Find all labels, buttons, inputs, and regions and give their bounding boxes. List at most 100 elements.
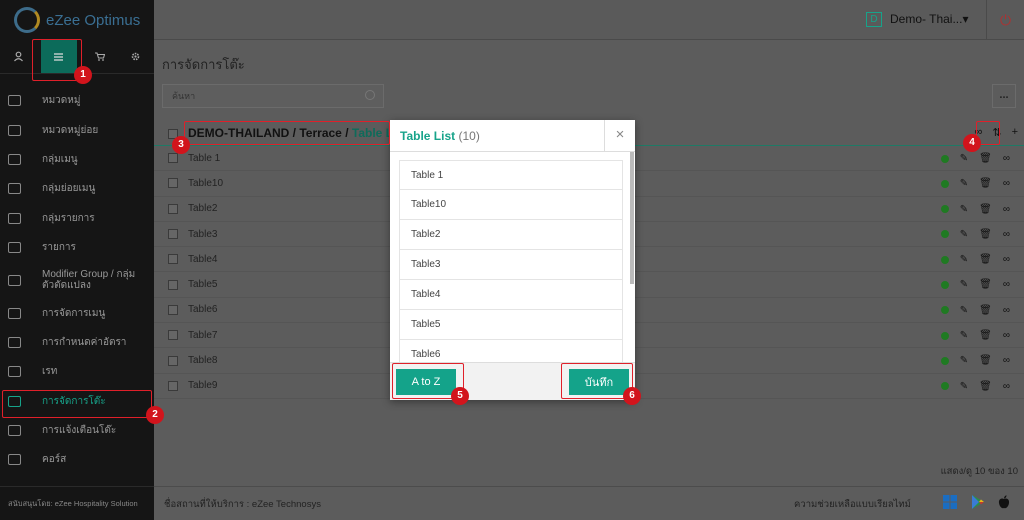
sidebar-item-label: การแจ้งเตือนโต๊ะ — [42, 425, 117, 437]
realtime-help-link[interactable]: ความช่วยเหลือแบบเรียลไทม์ — [794, 497, 911, 512]
sidebar-item-menu-subgroup[interactable]: กลุ่มย่อยเมนู — [0, 174, 154, 203]
sidebar-item-label: คอร์ส — [42, 454, 67, 466]
row-checkbox[interactable] — [168, 380, 178, 391]
edit-icon[interactable]: ✎ — [960, 229, 968, 240]
link-icon[interactable]: ∞ — [1003, 254, 1010, 265]
edit-icon[interactable]: ✎ — [960, 153, 968, 164]
trash-icon[interactable]: 🗑 — [979, 178, 992, 189]
sidebar-item-rate-config[interactable]: การกำหนดค่าอัตรา — [0, 328, 154, 357]
status-dot — [940, 230, 949, 239]
highlight-table-management — [2, 390, 152, 418]
trash-icon[interactable]: 🗑 — [979, 204, 992, 215]
row-checkbox[interactable] — [168, 178, 178, 189]
modal-scrollbar[interactable] — [630, 152, 634, 284]
status-dot — [940, 179, 949, 188]
highlight-breadcrumb — [184, 121, 390, 145]
trash-icon[interactable]: 🗑 — [979, 229, 992, 240]
row-checkbox[interactable] — [168, 330, 178, 341]
trash-icon[interactable]: 🗑 — [979, 254, 992, 265]
edit-icon[interactable]: ✎ — [960, 330, 968, 341]
search-placeholder: ค้นหา — [172, 91, 196, 101]
row-actions: ✎ 🗑 ∞ — [940, 153, 1010, 164]
footer-provider: ชื่อสถานที่ให้บริการ : eZee Technosys — [164, 499, 321, 510]
google-play-icon[interactable] — [970, 494, 986, 510]
trash-icon[interactable]: 🗑 — [979, 381, 992, 392]
row-actions: ✎ 🗑 ∞ — [940, 204, 1010, 215]
trash-icon[interactable]: 🗑 — [979, 330, 992, 341]
list-item[interactable]: Table3 — [399, 250, 623, 280]
list-icon — [8, 153, 21, 165]
link-icon[interactable]: ∞ — [1003, 153, 1010, 164]
link-icon[interactable]: ∞ — [1003, 330, 1010, 341]
row-checkbox[interactable] — [168, 153, 178, 164]
link-icon[interactable]: ∞ — [1003, 381, 1010, 392]
sidebar-item-table-notify[interactable]: การแจ้งเตือนโต๊ะ — [0, 416, 154, 445]
list-item[interactable]: Table2 — [399, 220, 623, 250]
edit-icon[interactable]: ✎ — [960, 204, 968, 215]
sidebar-item-modifier-group[interactable]: Modifier Group / กลุ่มตัวตัดแปลง — [0, 262, 154, 298]
row-actions: ✎ 🗑 ∞ — [940, 229, 1010, 240]
trash-icon[interactable]: 🗑 — [979, 355, 992, 366]
search-input[interactable]: ค้นหา — [162, 84, 384, 108]
edit-icon[interactable]: ✎ — [960, 305, 968, 316]
trash-icon[interactable]: 🗑 — [979, 279, 992, 290]
settings-tab[interactable] — [118, 40, 155, 73]
sidebar-item-course[interactable]: คอร์ส — [0, 445, 154, 474]
sidebar-item-rate[interactable]: เรท — [0, 357, 154, 386]
row-checkbox[interactable] — [168, 254, 178, 265]
sidebar-item-menu-group[interactable]: กลุ่มเมนู — [0, 145, 154, 174]
link-icon[interactable]: ∞ — [1003, 279, 1010, 290]
row-checkbox[interactable] — [168, 355, 178, 366]
sidebar-item-menu-management[interactable]: การจัดการเมนู — [0, 298, 154, 327]
list-item[interactable]: Table6 — [399, 340, 623, 364]
edit-icon[interactable]: ✎ — [960, 254, 968, 265]
link-icon[interactable]: ∞ — [1003, 355, 1010, 366]
table-name: Table2 — [188, 203, 218, 215]
trash-icon[interactable]: 🗑 — [979, 305, 992, 316]
property-badge: D — [866, 12, 882, 27]
sidebar-item-label: กลุ่มเมนู — [42, 153, 78, 165]
link-icon[interactable]: ∞ — [1003, 204, 1010, 215]
status-dot — [940, 205, 949, 214]
list-item[interactable]: Table10 — [399, 190, 623, 220]
edit-icon[interactable]: ✎ — [960, 178, 968, 189]
apple-icon[interactable] — [996, 494, 1012, 510]
cube-icon — [8, 242, 21, 254]
trash-icon[interactable]: 🗑 — [979, 153, 992, 164]
sidebar-item-label: Modifier Group / กลุ่มตัวตัดแปลง — [42, 268, 136, 292]
sidebar-item-subcategory[interactable]: หมวดหมู่ย่อย — [0, 115, 154, 144]
link-icon[interactable]: ∞ — [1003, 178, 1010, 189]
sidebar-item-label: รายการ — [42, 242, 76, 254]
row-checkbox[interactable] — [168, 304, 178, 315]
edit-icon[interactable]: ✎ — [960, 381, 968, 392]
status-dot — [940, 382, 949, 391]
property-selector[interactable]: Demo- Thai...▾ — [890, 12, 969, 26]
sidebar-item-item-group[interactable]: กลุ่มรายการ — [0, 204, 154, 233]
sidebar-item-category[interactable]: หมวดหมู่ — [0, 86, 154, 115]
edit-icon[interactable]: ✎ — [960, 279, 968, 290]
rate-icon — [8, 366, 21, 378]
row-actions: ✎ 🗑 ∞ — [940, 279, 1010, 290]
table-name: Table8 — [188, 355, 218, 367]
row-checkbox[interactable] — [168, 279, 178, 290]
status-dot — [940, 255, 949, 264]
row-checkbox[interactable] — [168, 229, 178, 240]
modal-count: (10) — [458, 129, 480, 143]
row-actions: ✎ 🗑 ∞ — [940, 355, 1010, 366]
edit-icon[interactable]: ✎ — [960, 355, 968, 366]
plus-icon[interactable]: + — [1012, 126, 1018, 139]
status-dot — [940, 306, 949, 315]
row-checkbox[interactable] — [168, 203, 178, 214]
sidebar-item-items[interactable]: รายการ — [0, 233, 154, 262]
power-icon[interactable]: ⏻ — [986, 0, 1024, 40]
windows-icon[interactable] — [942, 494, 958, 510]
list-item[interactable]: Table5 — [399, 310, 623, 340]
more-options-button[interactable]: ... — [992, 84, 1016, 108]
link-icon[interactable]: ∞ — [1003, 305, 1010, 316]
close-icon[interactable]: × — [604, 120, 635, 152]
list-item[interactable]: Table4 — [399, 280, 623, 310]
step-marker: 3 — [172, 136, 190, 154]
table-list-modal: Table List (10) × Table 1 Table10 Table2… — [390, 120, 635, 400]
list-item[interactable]: Table 1 — [399, 160, 623, 190]
link-icon[interactable]: ∞ — [1003, 229, 1010, 240]
